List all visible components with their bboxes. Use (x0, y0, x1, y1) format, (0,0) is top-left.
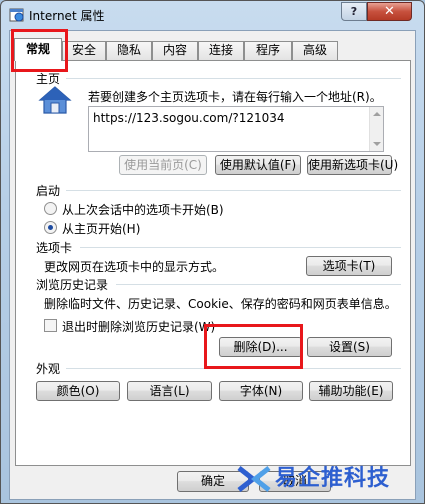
internet-options-icon (9, 8, 24, 22)
homepage-instruction: 若要创建多个主页选项卡，请在每行输入一个地址(R)。 (88, 90, 382, 104)
tab-strip: 常规 安全 隐私 内容 连接 程序 高级 (10, 38, 415, 61)
tab-general[interactable]: 常规 (14, 38, 62, 61)
languages-button[interactable]: 语言(L) (127, 381, 212, 401)
delete-history-button[interactable]: 删除(D)... (219, 337, 302, 357)
radio-home-page[interactable] (44, 221, 57, 234)
delete-on-exit-checkbox[interactable] (44, 319, 57, 332)
house-icon (38, 86, 72, 114)
tab-security[interactable]: 安全 (62, 41, 106, 60)
scroll-down-arrow-icon[interactable] (373, 142, 381, 146)
tab-advanced[interactable]: 高级 (292, 41, 338, 60)
homepage-url-text: https://123.sogou.com/?121034 (93, 111, 285, 125)
tabs-settings-button[interactable]: 选项卡(T) (306, 256, 392, 276)
radio-last-session[interactable] (44, 202, 57, 215)
url-field-scrollbar[interactable] (369, 107, 383, 151)
window-title: Internet 属性 (29, 9, 105, 23)
divider (66, 190, 401, 191)
colors-button[interactable]: 颜色(O) (36, 381, 120, 401)
appearance-section-title: 外观 (36, 362, 61, 376)
title-bar[interactable]: Internet 属性 ? ✕ (1, 1, 424, 31)
watermark-logo-icon (237, 466, 271, 492)
general-panel: 主页 若要创建多个主页选项卡，请在每行输入一个地址(R)。 https://12… (15, 60, 411, 466)
divider (80, 247, 401, 248)
tab-programs[interactable]: 程序 (244, 41, 292, 60)
history-section-title: 浏览历史记录 (36, 278, 109, 292)
use-new-tab-button[interactable]: 使用新选项卡(U) (307, 155, 398, 175)
divider (66, 368, 401, 369)
delete-on-exit-label: 退出时删除浏览历史记录(W) (62, 320, 216, 334)
divider (116, 284, 401, 285)
help-button[interactable]: ? (341, 2, 367, 21)
tabs-description: 更改网页在选项卡中的显示方式。 (44, 260, 225, 274)
startup-section-title: 启动 (36, 184, 61, 198)
watermark-text: 易企推科技 (275, 466, 391, 491)
scroll-up-arrow-icon[interactable] (373, 112, 381, 116)
use-current-button[interactable]: 使用当前页(C) (119, 155, 207, 175)
internet-properties-window: Internet 属性 ? ✕ 常规 安全 隐私 内容 连接 程序 高级 主页 … (0, 0, 425, 504)
history-settings-button[interactable]: 设置(S) (307, 337, 392, 357)
tab-privacy[interactable]: 隐私 (106, 41, 152, 60)
homepage-url-field[interactable]: https://123.sogou.com/?121034 (88, 106, 384, 152)
watermark-logo: 易企推科技 (233, 458, 423, 502)
use-default-button[interactable]: 使用默认值(F) (215, 155, 301, 175)
history-description: 删除临时文件、历史记录、Cookie、保存的密码和网页表单信息。 (44, 297, 397, 311)
accessibility-button[interactable]: 辅助功能(E) (309, 381, 393, 401)
tabs-section-title: 选项卡 (36, 241, 73, 255)
dialog-client: 常规 安全 隐私 内容 连接 程序 高级 主页 若要创建多个主页选项卡，请在每行… (9, 30, 416, 500)
fonts-button[interactable]: 字体(N) (219, 381, 303, 401)
tab-connections[interactable]: 连接 (198, 41, 244, 60)
option-last-session-label: 从上次会话中的选项卡开始(B) (62, 203, 224, 217)
divider (66, 78, 401, 79)
close-button[interactable]: ✕ (367, 2, 412, 21)
tab-content[interactable]: 内容 (152, 41, 198, 60)
option-home-label: 从主页开始(H) (62, 222, 141, 236)
